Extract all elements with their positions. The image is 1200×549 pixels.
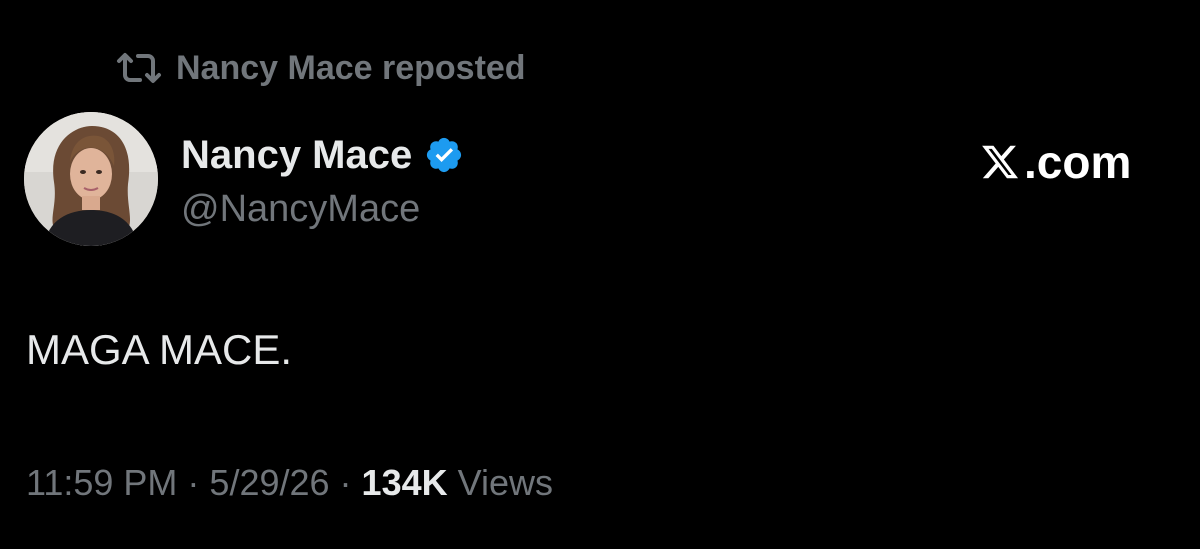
author-handle[interactable]: @NancyMace [181,188,464,231]
tweet-text: MAGA MACE. [26,326,293,373]
views-label: Views [457,462,553,503]
brand-text: .com [1024,136,1132,188]
repost-label: Nancy Mace reposted [176,48,526,87]
meta-separator: · [187,462,200,503]
tweet-meta: 11:59 PM · 5/29/26 · 134K Views [26,462,553,504]
repost-indicator[interactable]: Nancy Mace reposted [116,46,526,90]
author-block[interactable]: Nancy Mace @NancyMace [181,128,464,231]
verified-badge-icon[interactable] [424,135,464,175]
brand-watermark: .com [980,134,1131,190]
tweet-date[interactable]: 5/29/26 [209,462,329,504]
repost-icon [116,49,162,87]
tweet-time[interactable]: 11:59 PM [26,462,177,504]
avatar[interactable] [24,112,158,246]
views-count[interactable]: 134K [362,462,448,504]
author-display-name[interactable]: Nancy Mace [181,133,412,178]
meta-separator: · [339,462,352,503]
author-name-row[interactable]: Nancy Mace [181,128,464,182]
x-logo-icon [980,142,1020,182]
